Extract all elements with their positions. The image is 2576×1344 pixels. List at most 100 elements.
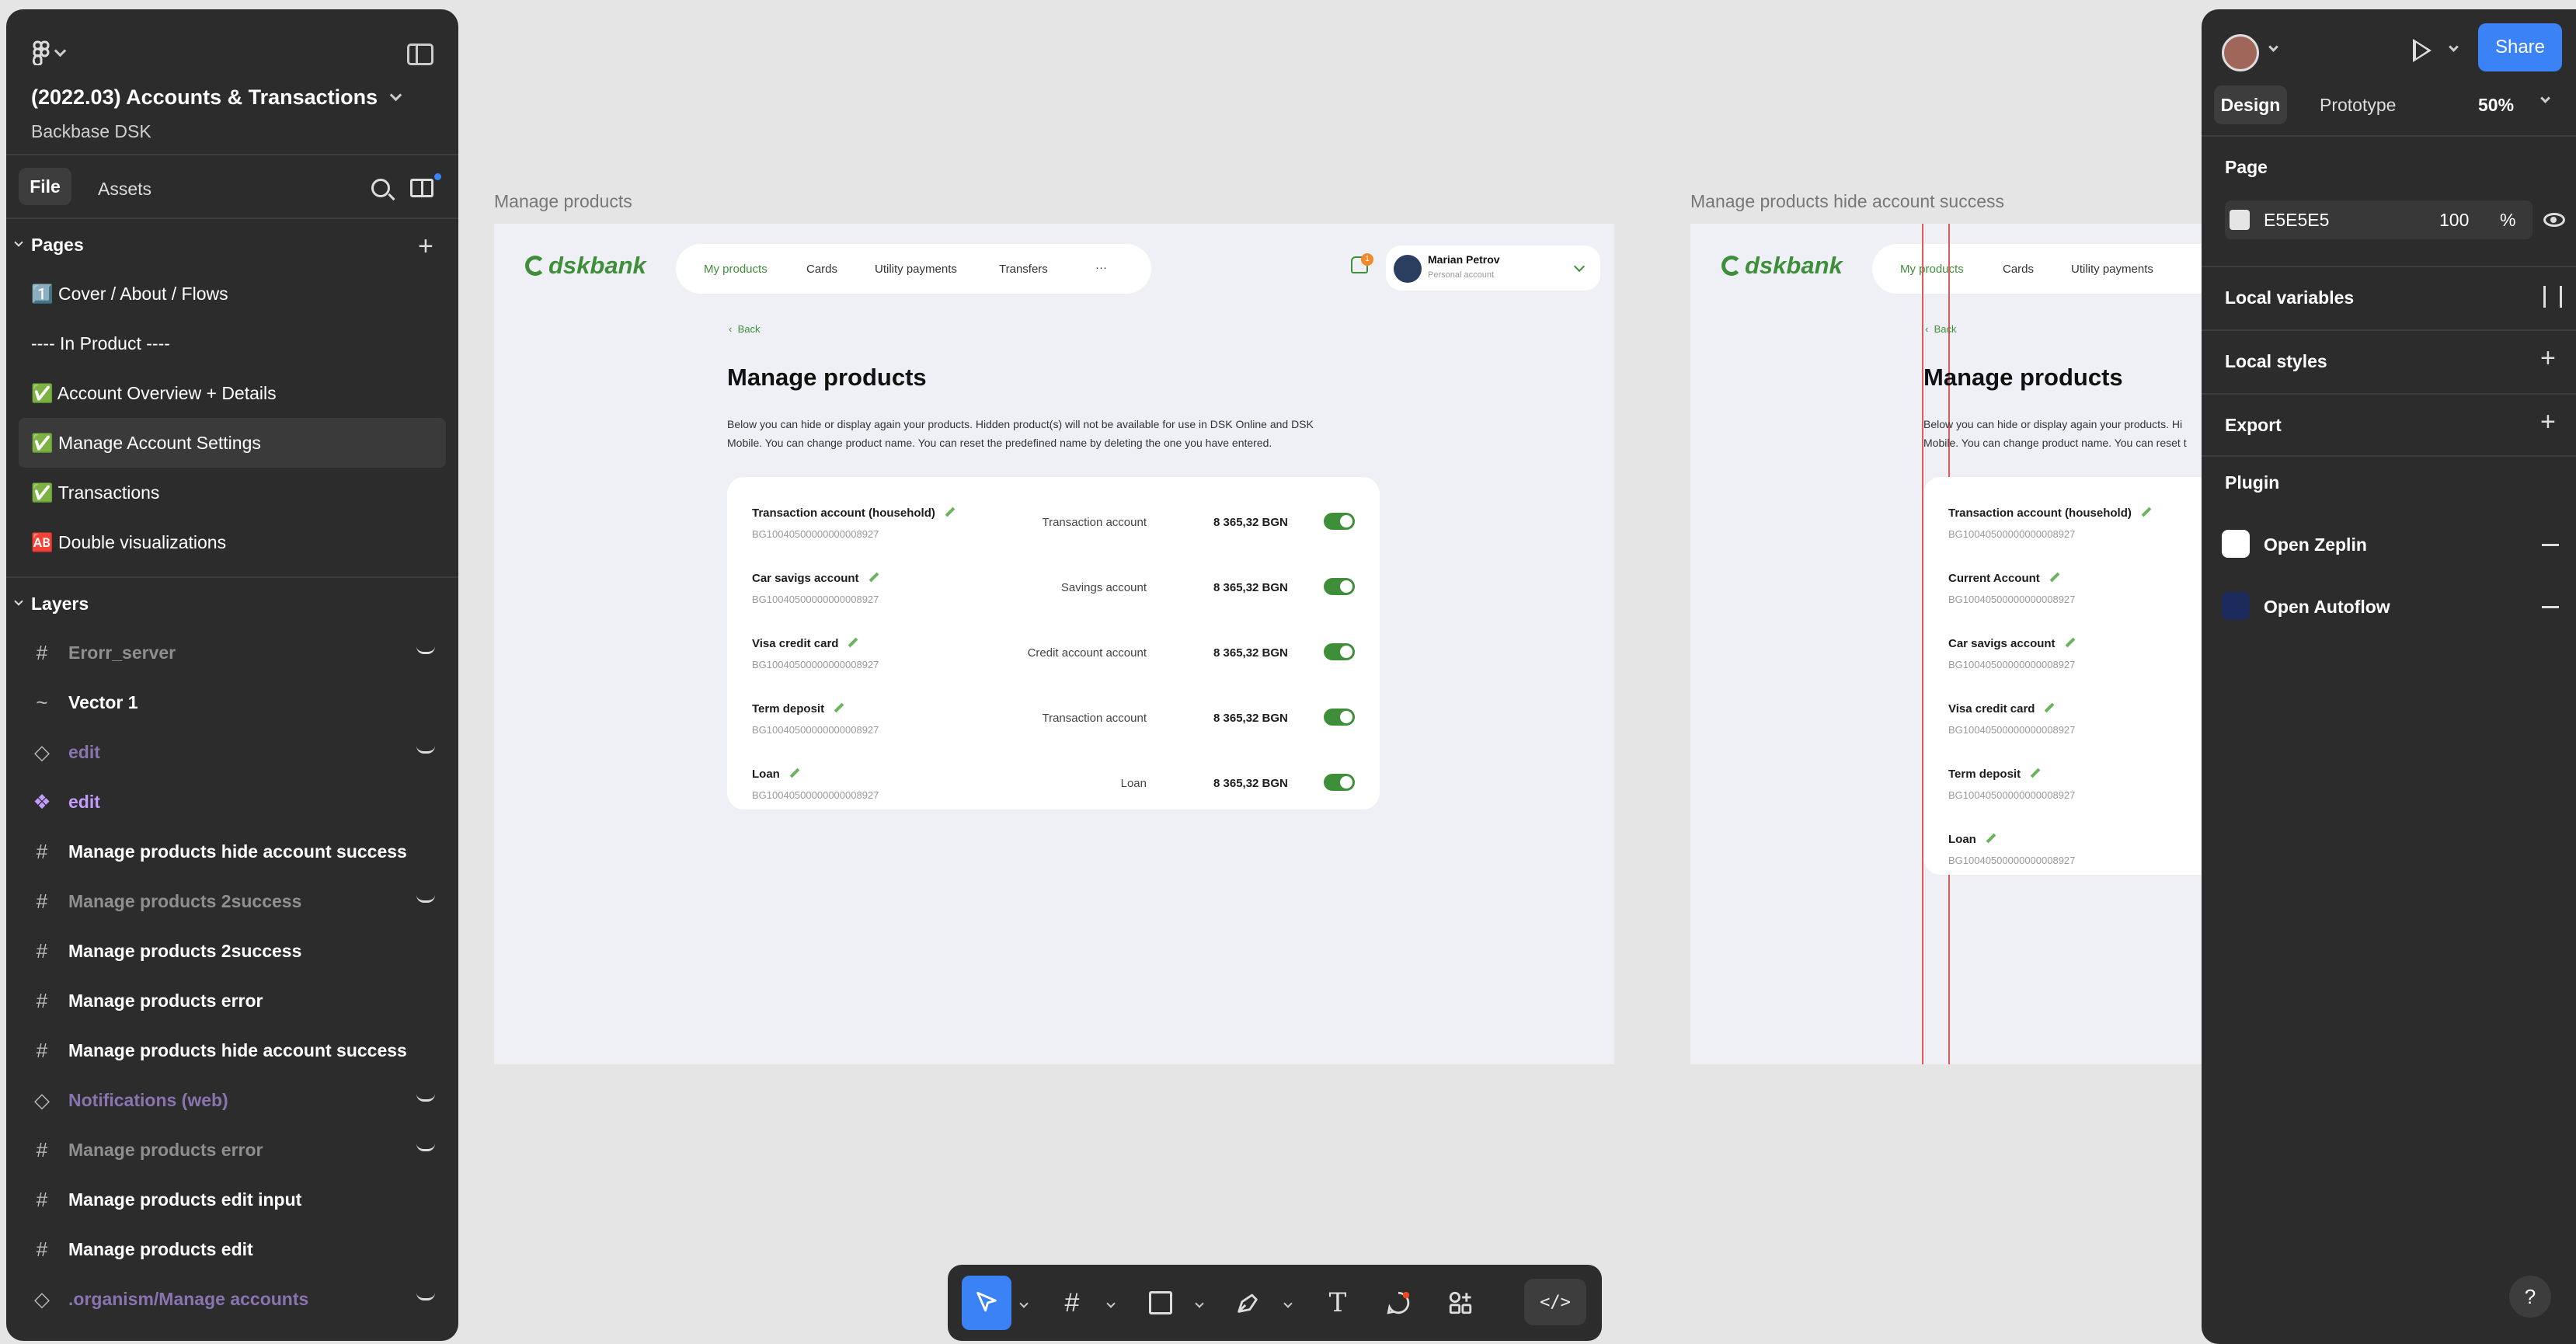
layer-row[interactable]: # Manage products error — [6, 1125, 458, 1175]
edit-pencil-icon[interactable] — [2141, 507, 2152, 517]
nav-utility-payments[interactable]: Utility payments — [875, 263, 957, 276]
product-name[interactable]: Transaction account (household) — [1948, 507, 2152, 520]
product-name[interactable]: Car savigs account — [1948, 637, 2076, 650]
frame-hide-account-success[interactable]: dskbank My products Cards Utility paymen… — [1690, 224, 2202, 1064]
product-name[interactable]: Transaction account (household) — [752, 507, 956, 520]
page-item[interactable]: 1️⃣ Cover / About / Flows — [6, 269, 458, 319]
page-item[interactable]: ✅ Transactions — [6, 468, 458, 517]
hidden-eye-icon[interactable] — [416, 746, 435, 754]
sidebar-toggle-icon[interactable] — [407, 44, 433, 65]
pages-header[interactable]: Pages + — [6, 219, 458, 269]
edit-pencil-icon[interactable] — [2065, 637, 2075, 648]
chevron-down-icon[interactable] — [1283, 1299, 1293, 1308]
nav-cards[interactable]: Cards — [2003, 263, 2034, 276]
comment-tool-button[interactable] — [1377, 1276, 1420, 1330]
main-menu-button[interactable] — [33, 40, 67, 65]
nav-cards[interactable]: Cards — [806, 263, 837, 276]
help-button[interactable]: ? — [2509, 1276, 2551, 1318]
remove-plugin-icon[interactable] — [2542, 606, 2559, 608]
layer-row[interactable]: ◇ .organism/Manage accounts — [6, 1274, 458, 1324]
visibility-toggle[interactable] — [1324, 709, 1355, 726]
plugin-open-zeplin[interactable]: Open Zeplin — [2264, 534, 2367, 555]
nav-my-products[interactable]: My products — [1900, 263, 1964, 276]
file-title[interactable]: (2022.03) Accounts & Transactions — [31, 85, 402, 110]
edit-pencil-icon[interactable] — [2049, 572, 2060, 583]
product-name[interactable]: Term deposit — [1948, 768, 2041, 781]
frame-tool-button[interactable]: # — [1049, 1276, 1095, 1330]
product-name[interactable]: Loan — [752, 768, 800, 781]
tab-prototype[interactable]: Prototype — [2320, 95, 2396, 116]
chevron-down-icon[interactable] — [1019, 1299, 1029, 1308]
layer-row[interactable]: ◇ Notifications (web) — [6, 1075, 458, 1125]
edit-pencil-icon[interactable] — [869, 572, 879, 583]
visibility-toggle[interactable] — [1324, 643, 1355, 660]
remove-plugin-icon[interactable] — [2542, 544, 2559, 546]
product-name[interactable]: Term deposit — [752, 702, 844, 716]
chevron-down-icon[interactable] — [2449, 42, 2459, 52]
chevron-down-icon[interactable] — [1106, 1299, 1116, 1308]
product-name[interactable]: Current Account — [1948, 572, 2060, 585]
hidden-eye-icon[interactable] — [416, 1094, 435, 1102]
add-export-icon[interactable]: + — [2540, 407, 2556, 437]
layer-row[interactable]: # Manage products 2success — [6, 926, 458, 976]
chevron-down-icon[interactable] — [1195, 1299, 1204, 1308]
user-menu[interactable]: Marian Petrov Personal account — [1386, 245, 1600, 291]
edit-pencil-icon[interactable] — [1986, 833, 1996, 844]
tab-assets[interactable]: Assets — [98, 179, 151, 200]
tab-file[interactable]: File — [19, 168, 71, 205]
layer-row[interactable]: # Erorr_server — [6, 628, 458, 677]
edit-pencil-icon[interactable] — [834, 702, 844, 713]
variables-icon[interactable] — [2543, 286, 2562, 308]
product-name[interactable]: Car savigs account — [752, 572, 879, 585]
library-icon[interactable] — [410, 173, 441, 197]
edit-pencil-icon[interactable] — [2030, 768, 2041, 778]
product-name[interactable]: Loan — [1948, 833, 1996, 846]
color-swatch[interactable] — [2230, 210, 2250, 230]
hidden-eye-icon[interactable] — [416, 895, 435, 903]
actions-tool-button[interactable] — [1437, 1276, 1484, 1330]
avatar[interactable] — [2222, 34, 2259, 71]
back-link[interactable]: ‹ Back — [729, 323, 760, 335]
layer-row[interactable]: # Manage products hide account success — [6, 1025, 458, 1075]
local-variables[interactable]: Local variables — [2225, 287, 2354, 308]
tab-design[interactable]: Design — [2214, 85, 2287, 124]
visibility-toggle[interactable] — [1324, 774, 1355, 791]
eye-icon[interactable] — [2543, 213, 2565, 227]
frame-manage-products[interactable]: dskbank My products Cards Utility paymen… — [494, 224, 1614, 1064]
layer-row[interactable]: # Manage products edit input — [6, 1175, 458, 1224]
layer-row[interactable]: ~ Vector 1 — [6, 677, 458, 727]
layer-row[interactable]: ❖ edit — [6, 777, 458, 827]
nav-more[interactable]: ··· — [1095, 261, 1107, 274]
frame-label[interactable]: Manage products hide account success — [1690, 191, 2004, 212]
add-page-icon[interactable]: + — [418, 232, 433, 262]
page-opacity[interactable]: 100 — [2439, 210, 2469, 231]
add-style-icon[interactable]: + — [2540, 343, 2556, 374]
layer-row[interactable]: # Manage products 2success — [6, 876, 458, 926]
nav-utility-payments[interactable]: Utility payments — [2071, 263, 2153, 276]
visibility-toggle[interactable] — [1324, 513, 1355, 530]
edit-pencil-icon[interactable] — [848, 637, 858, 648]
back-link[interactable]: ‹ Back — [1925, 323, 1956, 335]
edit-pencil-icon[interactable] — [789, 768, 800, 778]
product-name[interactable]: Visa credit card — [1948, 702, 2055, 716]
chevron-down-icon[interactable] — [2268, 42, 2278, 52]
hidden-eye-icon[interactable] — [416, 646, 435, 654]
pen-tool-button[interactable] — [1224, 1276, 1271, 1330]
present-play-icon[interactable] — [2413, 39, 2432, 62]
text-tool-button[interactable]: T — [1316, 1276, 1359, 1330]
chevron-down-icon[interactable] — [2540, 93, 2550, 103]
layer-row[interactable]: ◇ edit — [6, 727, 458, 777]
layer-row[interactable]: # Manage products error — [6, 976, 458, 1025]
edit-pencil-icon[interactable] — [2045, 702, 2055, 713]
visibility-toggle[interactable] — [1324, 578, 1355, 595]
move-tool-button[interactable] — [962, 1276, 1011, 1330]
search-icon[interactable] — [371, 179, 390, 197]
hidden-eye-icon[interactable] — [416, 1144, 435, 1151]
hidden-eye-icon[interactable] — [416, 1293, 435, 1300]
share-button[interactable]: Share — [2478, 23, 2562, 71]
page-item[interactable]: ---- In Product ---- — [6, 319, 458, 368]
layers-header[interactable]: Layers — [6, 578, 458, 628]
shape-tool-button[interactable] — [1137, 1276, 1184, 1330]
page-color-hex[interactable]: E5E5E5 — [2264, 210, 2329, 231]
layer-row[interactable]: # Manage products hide account success — [6, 827, 458, 876]
